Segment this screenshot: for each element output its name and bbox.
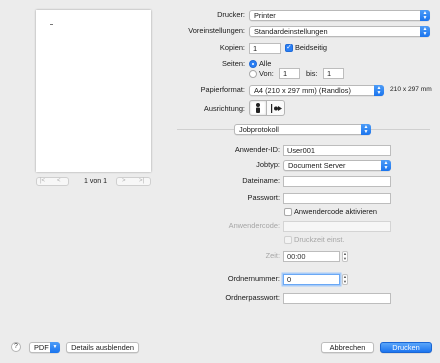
section-select[interactable]: Jobprotokoll ▲ ▼ — [234, 124, 371, 135]
help-icon: ? — [14, 343, 18, 350]
pages-to-input[interactable]: 1 — [323, 68, 344, 79]
chevron-updown-icon: ▲ ▼ — [381, 160, 391, 171]
usercode-input[interactable] — [283, 221, 391, 232]
help-button[interactable]: ? — [11, 342, 21, 352]
pages-to-label: bis: — [306, 69, 318, 78]
pages-range-radio[interactable] — [249, 70, 257, 78]
usercode-label: Anwendercode: — [228, 221, 280, 230]
folder-number-stepper[interactable]: ▲ ▼ — [342, 274, 348, 285]
chevron-updown-icon: ▲ ▼ — [361, 124, 371, 135]
print-time-label: Druckzeit einst. — [294, 235, 345, 244]
job-type-value: Document Server — [288, 161, 346, 170]
duplex-checkbox[interactable]: ✓ — [285, 44, 293, 52]
job-type-select[interactable]: Document Server ▲ ▼ — [283, 160, 391, 171]
orientation-label: Ausrichtung: — [203, 104, 245, 113]
folder-number-input[interactable]: 0 — [283, 274, 340, 285]
page-preview — [36, 10, 151, 172]
hide-details-label: Details ausblenden — [71, 343, 134, 352]
page-indicator: 1 von 1 — [84, 178, 107, 185]
pdf-label: PDF — [34, 343, 49, 352]
pages-all-radio[interactable] — [249, 60, 257, 68]
hide-details-button[interactable]: Details ausblenden — [66, 342, 139, 353]
last-page-button[interactable]: >| — [139, 178, 144, 185]
cancel-label: Abbrechen — [329, 343, 366, 352]
user-id-label: Anwender-ID: — [234, 145, 280, 154]
preview-content-mark — [50, 24, 53, 25]
print-time-checkbox[interactable] — [284, 236, 292, 244]
password-input[interactable] — [283, 193, 391, 204]
presets-select[interactable]: Standardeinstellungen ▲ ▼ — [249, 26, 430, 37]
usercode-enable-label: Anwendercode aktivieren — [294, 207, 377, 216]
pages-label: Seiten: — [221, 59, 245, 68]
orientation-portrait-button[interactable] — [249, 100, 267, 116]
time-label: Zeit: — [265, 251, 280, 260]
time-input[interactable]: 00:00 — [283, 251, 340, 262]
presets-label: Voreinstellungen: — [188, 26, 245, 35]
pages-to-value: 1 — [327, 69, 332, 78]
print-label: Drucken — [392, 343, 420, 352]
pages-from-label: Von: — [259, 69, 274, 78]
chevron-down-icon: ▼ — [50, 342, 60, 353]
pages-from-input[interactable]: 1 — [279, 68, 300, 79]
chevron-updown-icon: ▲ ▼ — [420, 10, 430, 21]
usercode-enable-checkbox[interactable] — [284, 208, 292, 216]
paper-size-value: A4 (210 x 297 mm) (Randlos) — [254, 86, 351, 95]
next-page-button[interactable]: > — [122, 178, 126, 185]
preview-nav-left: |< < — [36, 177, 69, 186]
portrait-person-icon — [256, 103, 260, 113]
copies-label: Kopien: — [219, 43, 245, 52]
user-id-input[interactable]: User001 — [283, 145, 391, 156]
pdf-menu-button[interactable]: PDF ▼ — [29, 342, 60, 353]
time-stepper[interactable]: ▲ ▼ — [342, 251, 348, 262]
job-type-label: Jobtyp: — [256, 160, 280, 169]
first-page-button[interactable]: |< — [40, 178, 45, 185]
section-value: Jobprotokoll — [239, 125, 279, 134]
cancel-button[interactable]: Abbrechen — [321, 342, 374, 353]
paper-size-text: 210 x 297 mm — [390, 86, 432, 93]
filename-label: Dateiname: — [242, 176, 280, 185]
printer-select[interactable]: Printer ▲ ▼ — [249, 10, 430, 21]
paper-label: Papierformat: — [200, 85, 245, 94]
folder-password-label: Ordnerpasswort: — [225, 293, 280, 302]
folder-number-label: Ordnernummer: — [227, 274, 280, 283]
preview-nav-right: > >| — [116, 177, 151, 186]
printer-label: Drucker: — [217, 10, 245, 19]
copies-value: 1 — [253, 44, 258, 53]
paper-size-select[interactable]: A4 (210 x 297 mm) (Randlos) ▲ ▼ — [249, 85, 384, 96]
chevron-updown-icon: ▲ ▼ — [374, 85, 384, 96]
pages-from-value: 1 — [283, 69, 288, 78]
printer-value: Printer — [254, 11, 276, 20]
user-id-value: User001 — [287, 146, 315, 155]
orientation-landscape-button[interactable] — [267, 100, 285, 116]
previous-page-button[interactable]: < — [57, 178, 61, 185]
filename-input[interactable] — [283, 176, 391, 187]
password-label: Passwort: — [247, 193, 280, 202]
folder-number-value: 0 — [287, 275, 292, 284]
copies-input[interactable]: 1 — [249, 43, 281, 54]
landscape-person-icon — [271, 104, 282, 113]
chevron-updown-icon: ▲ ▼ — [420, 26, 430, 37]
duplex-label: Beidseitig — [295, 43, 328, 52]
folder-password-input[interactable] — [283, 293, 391, 304]
presets-value: Standardeinstellungen — [254, 27, 328, 36]
time-value: 00:00 — [287, 252, 306, 261]
print-button[interactable]: Drucken — [380, 342, 432, 353]
